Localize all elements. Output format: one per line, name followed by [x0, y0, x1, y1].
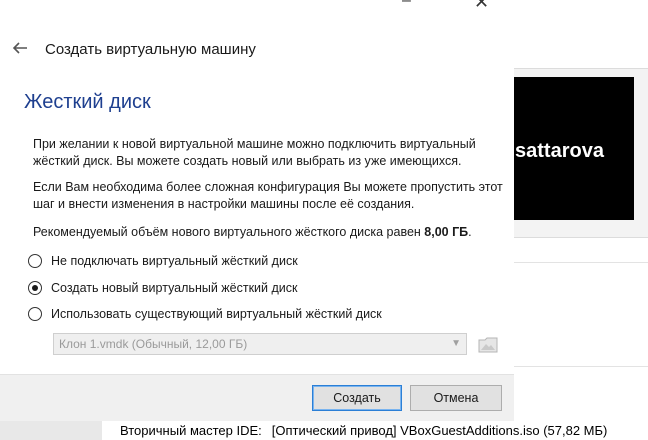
folder-icon [478, 337, 498, 353]
cancel-button[interactable]: Отмена [410, 385, 502, 411]
radio-label: Создать новый виртуальный жёсткий диск [51, 281, 298, 295]
radio-label: Не подключать виртуальный жёсткий диск [51, 254, 298, 268]
storage-detail-row: Вторичный мастер IDE: [Оптический привод]… [120, 423, 607, 438]
preview-vm-name: sattarova [515, 140, 604, 162]
close-button[interactable]: ✕ [474, 0, 489, 13]
description-paragraph: Если Вам необходима более сложная конфиг… [33, 180, 503, 211]
details-divider [514, 262, 648, 263]
recommended-size-text: Рекомендуемый объём нового виртуального … [33, 224, 503, 241]
radio-button[interactable] [28, 281, 42, 295]
details-divider [514, 366, 648, 367]
existing-disk-select[interactable]: Клон 1.vmdk (Обычный, 12,00 ГБ) ▼ [53, 333, 467, 355]
storage-value: [Оптический привод] VBoxGuestAdditions.i… [271, 423, 608, 438]
radio-label: Использовать существующий виртуальный жё… [51, 307, 382, 321]
dialog-button-bar: Создать Отмена [0, 374, 514, 421]
recommended-size-value: 8,00 ГБ [424, 225, 469, 239]
titlebar-controls: – ✕ [380, 0, 514, 14]
recommended-size-suffix: . [468, 225, 472, 239]
minimize-button[interactable]: – [402, 0, 411, 10]
description-paragraph: При желании к новой виртуальной машине м… [33, 137, 476, 168]
back-button[interactable] [10, 38, 30, 58]
radio-use-existing-disk[interactable]: Использовать существующий виртуальный жё… [28, 304, 382, 324]
chevron-down-icon: ▼ [451, 338, 461, 349]
radio-create-disk[interactable]: Создать новый виртуальный жёсткий диск [28, 278, 297, 298]
details-strip [0, 420, 102, 440]
radio-no-disk[interactable]: Не подключать виртуальный жёсткий диск [28, 251, 298, 271]
storage-label: Вторичный мастер IDE: [120, 423, 262, 438]
create-vm-dialog: – ✕ Создать виртуальную машину Жесткий д… [0, 0, 514, 421]
dialog-title: Создать виртуальную машину [45, 41, 256, 58]
radio-button[interactable] [28, 307, 42, 321]
create-button[interactable]: Создать [312, 385, 402, 411]
choose-disk-file-button[interactable] [477, 333, 499, 355]
back-arrow-icon [12, 42, 27, 54]
section-title: Жесткий диск [24, 91, 151, 113]
radio-button[interactable] [28, 254, 42, 268]
recommended-size-prefix: Рекомендуемый объём нового виртуального … [33, 225, 425, 239]
existing-disk-value: Клон 1.vmdk (Обычный, 12,00 ГБ) [59, 337, 248, 351]
